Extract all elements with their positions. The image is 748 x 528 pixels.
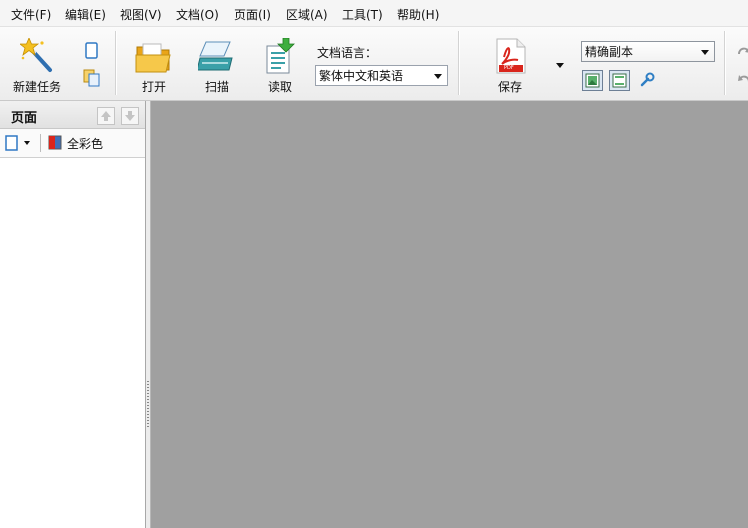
image-icon (585, 73, 600, 88)
menu-area[interactable]: 区域(A) (286, 6, 328, 23)
folder-icon (135, 43, 171, 73)
color-mode-button[interactable]: 全彩色 (47, 134, 107, 152)
read-document-icon (266, 38, 295, 74)
copy-pages-button[interactable] (81, 68, 102, 89)
save-mode-select[interactable]: 精确副本 (581, 41, 715, 62)
scan-label: 扫描 (204, 80, 229, 94)
open-label: 打开 (141, 80, 166, 94)
text-page-icon (612, 73, 627, 88)
menu-help[interactable]: 帮助(H) (397, 6, 439, 23)
color-mode-icon (48, 135, 62, 150)
menu-document[interactable]: 文档(O) (176, 6, 219, 23)
save-label: 保存 (497, 80, 522, 94)
menu-tools[interactable]: 工具(T) (342, 6, 383, 23)
undo-icon (738, 75, 748, 83)
new-task-button[interactable]: 新建任务 (6, 30, 68, 96)
scan-button[interactable]: 扫描 (193, 30, 241, 96)
save-mode-value: 精确副本 (585, 45, 634, 59)
pages-panel-toolbar: 全彩色 (0, 129, 145, 158)
redo-icon (738, 47, 748, 55)
page-view-dropdown[interactable] (5, 135, 35, 151)
image-mode-toggle[interactable] (582, 70, 603, 91)
chevron-down-icon (556, 63, 564, 68)
pages-panel: 页面 全彩色 (0, 101, 146, 528)
redo-button[interactable] (732, 41, 748, 62)
document-workspace[interactable] (151, 101, 748, 528)
toolbar-separator (115, 31, 116, 95)
arrow-down-icon (125, 111, 135, 121)
save-button[interactable]: PDF 保存 (484, 30, 536, 96)
magic-wand-icon (20, 38, 52, 72)
undo-button[interactable] (732, 69, 748, 90)
toolbar-separator (458, 31, 459, 95)
pages-panel-header: 页面 (0, 101, 145, 129)
chevron-down-icon (701, 50, 709, 55)
open-button[interactable]: 打开 (130, 30, 178, 96)
new-task-label: 新建任务 (12, 80, 61, 94)
menu-bar: 文件(F) 编辑(E) 视图(V) 文档(O) 页面(I) 区域(A) 工具(T… (0, 0, 748, 27)
menu-file[interactable]: 文件(F) (11, 6, 51, 23)
chevron-down-icon (434, 74, 442, 79)
save-options-dropdown[interactable] (552, 57, 568, 73)
main-toolbar: 新建任务 打开 扫描 读取 文档语言： 繁体中文和英语 PDF 保存 精确副本 (0, 27, 748, 101)
move-page-up-button[interactable] (97, 107, 115, 125)
document-language-select[interactable]: 繁体中文和英语 (315, 65, 448, 86)
options-button[interactable] (637, 70, 658, 91)
document-language-value: 繁体中文和英语 (319, 69, 404, 83)
toolbar-separator (40, 134, 41, 152)
wrench-icon (640, 72, 655, 87)
pdf-badge-text: PDF (504, 65, 514, 71)
pages-panel-title: 页面 (11, 111, 38, 126)
color-mode-label: 全彩色 (67, 137, 104, 151)
menu-view[interactable]: 视图(V) (120, 6, 162, 23)
arrow-up-icon (101, 111, 111, 121)
menu-edit[interactable]: 编辑(E) (65, 6, 106, 23)
read-button[interactable]: 读取 (256, 30, 304, 96)
scanner-icon (198, 41, 233, 71)
text-mode-toggle[interactable] (609, 70, 630, 91)
page-icon (5, 135, 18, 151)
read-label: 读取 (267, 80, 292, 94)
toolbar-separator (724, 31, 725, 95)
menu-page[interactable]: 页面(I) (234, 6, 271, 23)
chevron-down-icon (24, 141, 30, 145)
copy-pages-icon (83, 69, 100, 87)
new-document-button[interactable] (81, 41, 102, 62)
move-page-down-button[interactable] (121, 107, 139, 125)
document-language-label: 文档语言： (317, 46, 378, 60)
document-icon (85, 42, 98, 59)
splitter-grip[interactable] (147, 381, 149, 427)
